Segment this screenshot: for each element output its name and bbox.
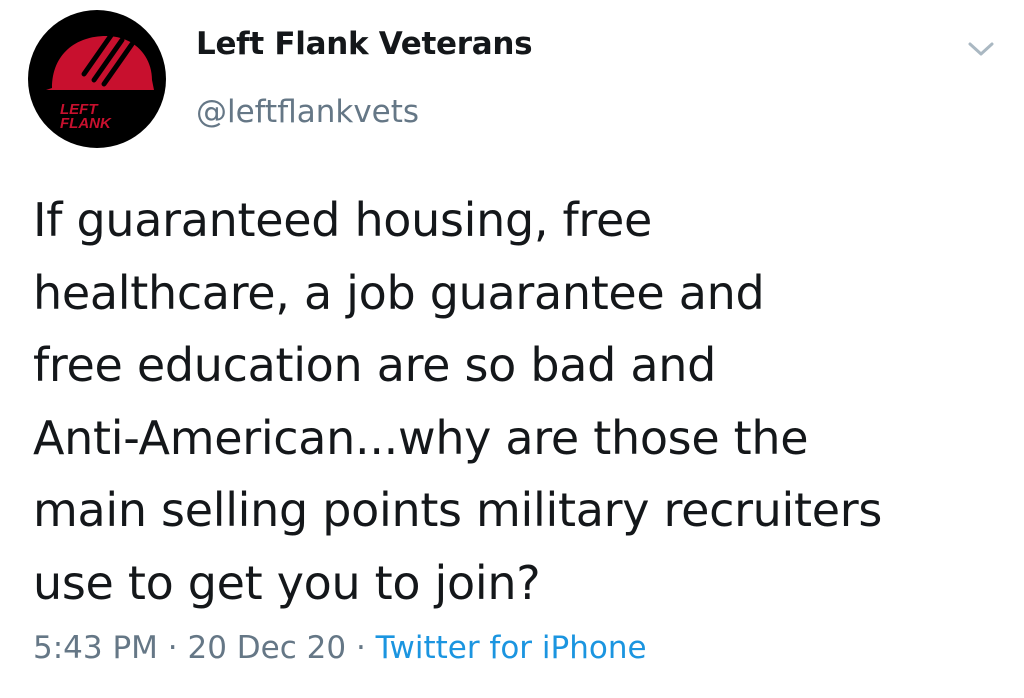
meta-separator: · <box>167 630 178 666</box>
left-flank-logo-icon: LEFT FLANK <box>46 31 154 132</box>
meta-separator: · <box>355 630 366 666</box>
chevron-down-icon[interactable] <box>966 38 996 60</box>
tweet-text: If guaranteed housing, free healthcare, … <box>33 193 883 610</box>
tweet-time[interactable]: 5:43 PM <box>33 630 158 666</box>
tweet-card: LEFT FLANK Left Flank Veterans @leftflan… <box>0 0 1024 698</box>
tweet-meta: 5:43 PM · 20 Dec 20 · Twitter for iPhone <box>33 630 647 666</box>
account-handle[interactable]: @leftflankvets <box>196 94 419 130</box>
svg-text:FLANK: FLANK <box>60 115 112 132</box>
display-name[interactable]: Left Flank Veterans <box>196 26 533 62</box>
tweet-source-link[interactable]: Twitter for iPhone <box>376 630 647 666</box>
avatar[interactable]: LEFT FLANK <box>28 10 166 148</box>
tweet-date[interactable]: 20 Dec 20 <box>188 630 347 666</box>
